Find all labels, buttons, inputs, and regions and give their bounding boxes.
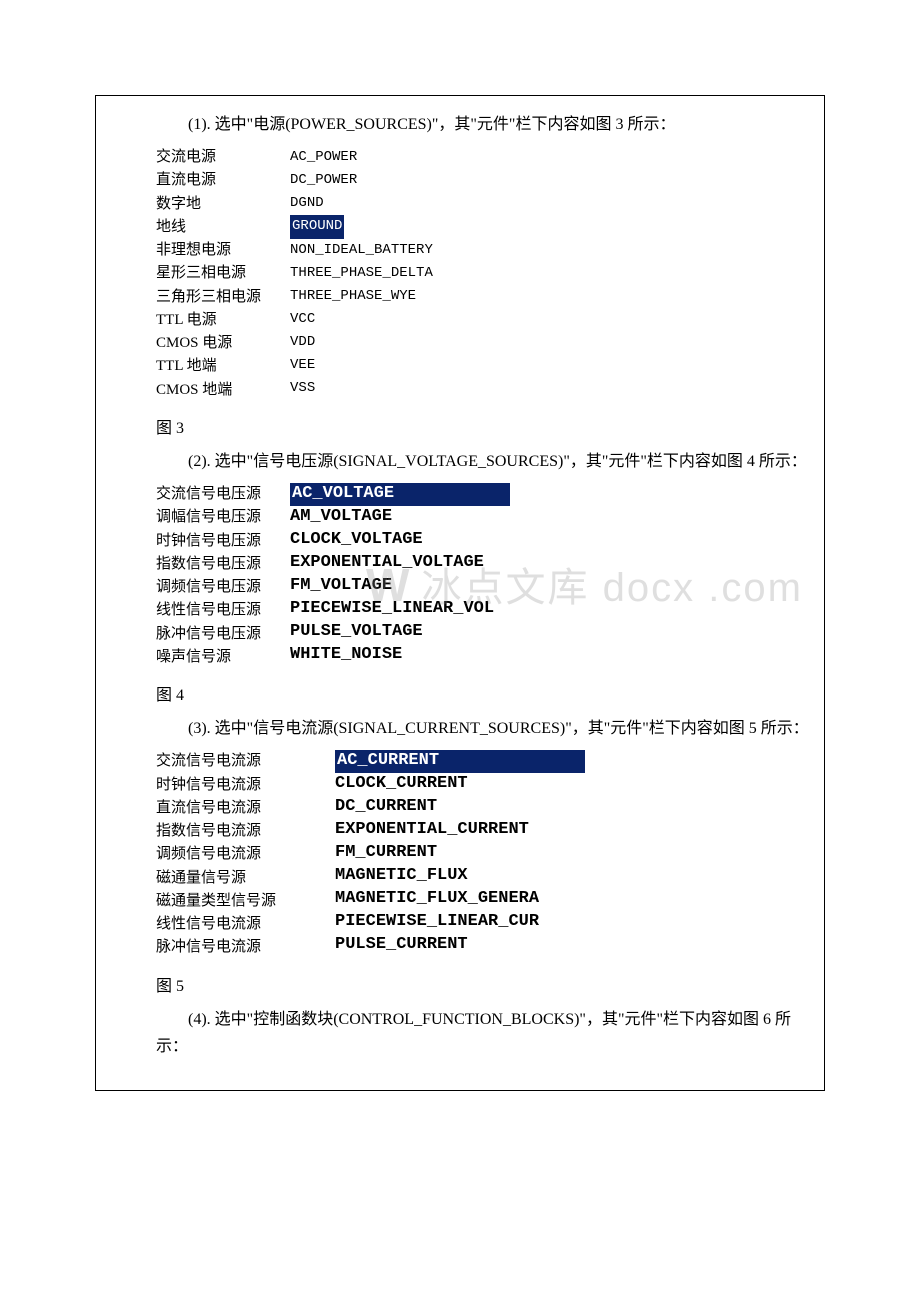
list-item[interactable]: FM_CURRENT: [335, 842, 585, 865]
section-1-intro-text: (1). 选中"电源(POWER_SOURCES)"，其"元件"栏下内容如图 3…: [188, 116, 675, 133]
figure-3-items: AC_POWER DC_POWER DGND GROUND NON_IDEAL_…: [290, 146, 433, 400]
label-row: 脉冲信号电压源: [156, 623, 261, 646]
section-1-intro: (1). 选中"电源(POWER_SOURCES)"，其"元件"栏下内容如图 3…: [96, 111, 824, 138]
section-4-intro-text: (4). 选中"控制函数块(CONTROL_FUNCTION_BLOCKS)"，…: [156, 1011, 791, 1055]
list-item[interactable]: PIECEWISE_LINEAR_CUR: [335, 911, 585, 934]
label-row: TTL 电源: [156, 309, 261, 332]
selected-text: AC_CURRENT: [335, 750, 585, 773]
section-3-intro-text: (3). 选中"信号电流源(SIGNAL_CURRENT_SOURCES)"，其…: [188, 720, 809, 737]
figure-5-caption: 图 5: [96, 960, 824, 1006]
label-row: CMOS 电源: [156, 332, 261, 355]
list-item[interactable]: CLOCK_CURRENT: [335, 773, 585, 796]
label-row: 非理想电源: [156, 239, 261, 262]
list-item[interactable]: AC_POWER: [290, 146, 433, 169]
list-item-selected[interactable]: AC_VOLTAGE: [290, 483, 510, 506]
list-item[interactable]: FM_VOLTAGE: [290, 575, 510, 598]
label-row: 线性信号电压源: [156, 599, 261, 622]
figure-4: W 冰点文库 docx .com 交流信号电压源 调幅信号电压源 时钟信号电压源…: [156, 483, 824, 669]
selected-text: GROUND: [290, 215, 344, 238]
list-item[interactable]: EXPONENTIAL_VOLTAGE: [290, 552, 510, 575]
label-row: 地线: [156, 216, 261, 239]
label-row: 磁通量信号源: [156, 867, 276, 890]
figure-4-items: AC_VOLTAGE AM_VOLTAGE CLOCK_VOLTAGE EXPO…: [290, 483, 510, 667]
label-row: 交流信号电压源: [156, 483, 261, 506]
figure-5: 交流信号电流源 时钟信号电流源 直流信号电流源 指数信号电流源 调频信号电流源 …: [156, 750, 824, 959]
figure-3: 交流电源 直流电源 数字地 地线 非理想电源 星形三相电源 三角形三相电源 TT…: [156, 146, 824, 402]
label-row: 交流电源: [156, 146, 261, 169]
label-row: 直流电源: [156, 169, 261, 192]
selected-text: AC_VOLTAGE: [290, 483, 510, 506]
label-row: 时钟信号电压源: [156, 530, 261, 553]
list-item[interactable]: DC_CURRENT: [335, 796, 585, 819]
list-item[interactable]: DGND: [290, 192, 433, 215]
list-item[interactable]: EXPONENTIAL_CURRENT: [335, 819, 585, 842]
list-item[interactable]: VDD: [290, 331, 433, 354]
list-item[interactable]: MAGNETIC_FLUX_GENERA: [335, 888, 585, 911]
list-item[interactable]: NON_IDEAL_BATTERY: [290, 239, 433, 262]
label-row: 调频信号电流源: [156, 843, 276, 866]
list-item[interactable]: VSS: [290, 377, 433, 400]
label-row: 调频信号电压源: [156, 576, 261, 599]
list-item[interactable]: PIECEWISE_LINEAR_VOL: [290, 598, 510, 621]
figure-5-items: AC_CURRENT CLOCK_CURRENT DC_CURRENT EXPO…: [335, 750, 585, 956]
label-row: 线性信号电流源: [156, 913, 276, 936]
list-item[interactable]: PULSE_CURRENT: [335, 934, 585, 957]
label-row: 调幅信号电压源: [156, 506, 261, 529]
section-4-intro: (4). 选中"控制函数块(CONTROL_FUNCTION_BLOCKS)"，…: [96, 1006, 824, 1060]
section-2-intro-text: (2). 选中"信号电压源(SIGNAL_VOLTAGE_SOURCES)"，其…: [188, 453, 807, 470]
list-item-selected[interactable]: AC_CURRENT: [335, 750, 585, 773]
label-row: 时钟信号电流源: [156, 774, 276, 797]
label-row: 指数信号电流源: [156, 820, 276, 843]
figure-3-caption: 图 3: [96, 402, 824, 448]
list-item[interactable]: PULSE_VOLTAGE: [290, 621, 510, 644]
list-item[interactable]: VEE: [290, 354, 433, 377]
list-item-selected[interactable]: GROUND: [290, 215, 433, 238]
list-item[interactable]: WHITE_NOISE: [290, 644, 510, 667]
figure-3-labels: 交流电源 直流电源 数字地 地线 非理想电源 星形三相电源 三角形三相电源 TT…: [156, 146, 261, 402]
list-item[interactable]: AM_VOLTAGE: [290, 506, 510, 529]
label-row: 直流信号电流源: [156, 797, 276, 820]
label-row: 脉冲信号电流源: [156, 936, 276, 959]
list-item[interactable]: VCC: [290, 308, 433, 331]
label-row: 数字地: [156, 193, 261, 216]
label-row: CMOS 地端: [156, 379, 261, 402]
page-content: (1). 选中"电源(POWER_SOURCES)"，其"元件"栏下内容如图 3…: [95, 95, 825, 1091]
list-item[interactable]: MAGNETIC_FLUX: [335, 865, 585, 888]
section-2-intro: (2). 选中"信号电压源(SIGNAL_VOLTAGE_SOURCES)"，其…: [96, 448, 824, 475]
figure-4-caption: 图 4: [96, 669, 824, 715]
figure-4-labels: 交流信号电压源 调幅信号电压源 时钟信号电压源 指数信号电压源 调频信号电压源 …: [156, 483, 261, 669]
label-row: 三角形三相电源: [156, 286, 261, 309]
label-row: 星形三相电源: [156, 262, 261, 285]
figure-5-labels: 交流信号电流源 时钟信号电流源 直流信号电流源 指数信号电流源 调频信号电流源 …: [156, 750, 276, 959]
label-row: 交流信号电流源: [156, 750, 276, 773]
label-row: 磁通量类型信号源: [156, 890, 276, 913]
label-row: TTL 地端: [156, 355, 261, 378]
label-row: 噪声信号源: [156, 646, 261, 669]
label-row: 指数信号电压源: [156, 553, 261, 576]
list-item[interactable]: THREE_PHASE_DELTA: [290, 262, 433, 285]
list-item[interactable]: DC_POWER: [290, 169, 433, 192]
list-item[interactable]: CLOCK_VOLTAGE: [290, 529, 510, 552]
list-item[interactable]: THREE_PHASE_WYE: [290, 285, 433, 308]
section-3-intro: (3). 选中"信号电流源(SIGNAL_CURRENT_SOURCES)"，其…: [96, 715, 824, 742]
